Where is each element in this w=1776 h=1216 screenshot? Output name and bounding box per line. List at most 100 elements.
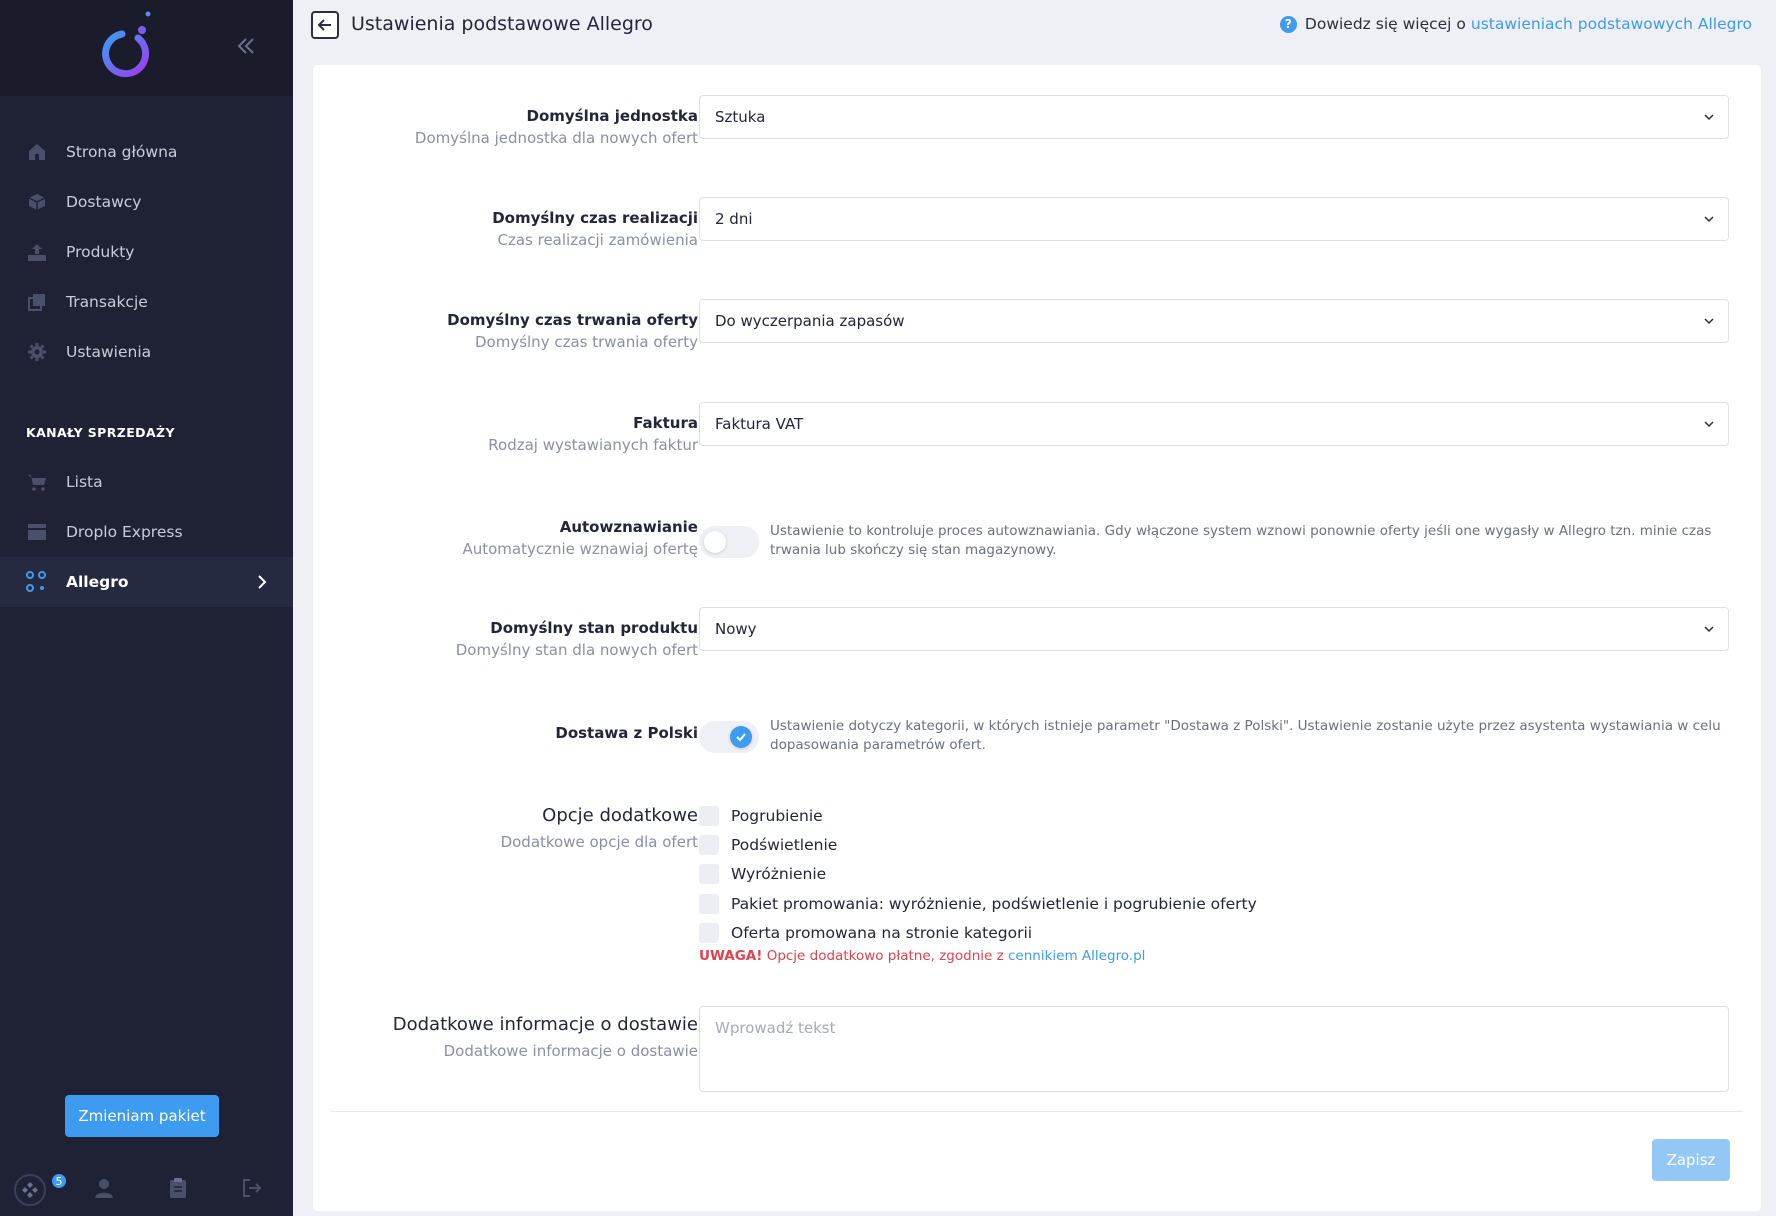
field-label: Autowznawianie — [559, 518, 698, 536]
back-button[interactable] — [311, 11, 339, 39]
help-link[interactable]: ustawieniach podstawowych Allegro — [1471, 15, 1752, 33]
invoice-select[interactable]: Faktura VAT — [699, 402, 1729, 446]
sidebar-item-settings[interactable]: Ustawienia — [0, 327, 293, 377]
warning-label: UWAGA! — [699, 948, 763, 964]
droplo-logo[interactable] — [100, 10, 160, 82]
duration-select[interactable]: Do wyczerpania zapasów — [699, 299, 1729, 343]
field-label: Dodatkowe informacje o dostawie — [392, 1014, 698, 1035]
chevron-down-icon — [1704, 114, 1714, 121]
field-sublabel: Dodatkowe informacje o dostawie — [443, 1042, 698, 1060]
autorenew-description: Ustawienie to kontroluje proces autowzna… — [770, 523, 1712, 558]
field-label: Domyślny czas realizacji — [492, 209, 698, 227]
sidebar-item-label: Lista — [66, 473, 103, 491]
divider — [331, 1111, 1743, 1112]
allegro-icon — [26, 571, 48, 593]
sidebar-item-label: Ustawienia — [66, 343, 152, 361]
unit-label-group: Domyślna jednostka Domyślna jednostka dl… — [415, 105, 698, 149]
sales-channels-heading: KANAŁY SPRZEDAŻY — [26, 424, 175, 440]
field-sublabel: Domyślna jednostka dla nowych ofert — [414, 129, 698, 147]
arrow-left-icon — [317, 19, 331, 31]
option-highlight-checkbox[interactable]: Podświetlenie — [699, 835, 837, 855]
sidebar-item-label: Allegro — [66, 573, 129, 591]
field-label: Domyślna jednostka — [526, 107, 699, 125]
upload-icon — [26, 241, 48, 263]
condition-label-group: Domyślny stan produktu Domyślny stan dla… — [456, 617, 698, 661]
option-bold-checkbox[interactable]: Pogrubienie — [699, 806, 823, 826]
field-sublabel: Domyślny stan dla nowych ofert — [455, 641, 698, 659]
realization-select[interactable]: 2 dni — [699, 197, 1729, 241]
option-distinction-checkbox[interactable]: Wyróżnienie — [699, 864, 826, 884]
option-category-promo-checkbox[interactable]: Oferta promowana na stronie kategorii — [699, 923, 1032, 943]
field-sublabel: Dodatkowe opcje dla ofert — [500, 833, 698, 851]
help-text: Dowiedz się więcej o — [1304, 15, 1466, 33]
checkbox-label: Pakiet promowania: wyróżnienie, podświet… — [731, 895, 1257, 913]
field-label: Faktura — [633, 414, 698, 432]
notification-badge: 5 — [50, 1172, 68, 1190]
toggle-knob — [730, 726, 752, 748]
sidebar-item-transactions[interactable]: Transakcje — [0, 277, 293, 327]
poland-delivery-toggle[interactable] — [699, 721, 759, 753]
gear-icon — [26, 341, 48, 363]
chevron-down-icon — [1704, 318, 1714, 325]
help-link-row: ? Dowiedz się więcej o ustawieniach pods… — [1279, 15, 1752, 33]
page-title: Ustawienia podstawowe Allegro — [351, 13, 653, 35]
sidebar-item-label: Dostawcy — [66, 193, 142, 211]
page-header: Ustawienia podstawowe Allegro ? Dowiedz … — [293, 0, 1776, 50]
sidebar-item-droplo-express[interactable]: Droplo Express — [0, 507, 293, 557]
warning-text: Opcje dodatkowo płatne, zgodnie z — [766, 948, 1004, 964]
checkbox-box[interactable] — [699, 894, 719, 914]
sidebar-item-label: Transakcje — [66, 293, 148, 311]
checkbox-label: Pogrubienie — [731, 807, 823, 825]
checkbox-box[interactable] — [699, 835, 719, 855]
change-package-button[interactable]: Zmieniam pakiet — [65, 1095, 219, 1137]
copy-icon — [26, 291, 48, 313]
realization-label-group: Domyślny czas realizacji Czas realizacji… — [492, 207, 698, 251]
checkbox-box[interactable] — [699, 923, 719, 943]
clipboard-icon[interactable] — [164, 1174, 192, 1202]
sidebar-item-products[interactable]: Produkty — [0, 227, 293, 277]
autorenew-toggle[interactable] — [699, 526, 759, 558]
sidebar-item-list[interactable]: Lista — [0, 457, 293, 507]
field-label: Dostawa z Polski — [555, 724, 698, 742]
question-icon: ? — [1279, 15, 1297, 33]
double-chevron-left-icon[interactable] — [234, 34, 258, 58]
invoice-label-group: Faktura Rodzaj wystawianych faktur — [488, 412, 698, 456]
price-list-link[interactable]: cennikiem Allegro.pl — [1008, 948, 1145, 964]
toggle-knob — [704, 531, 726, 553]
select-value: Do wyczerpania zapasów — [715, 312, 905, 330]
checkbox-box[interactable] — [699, 864, 719, 884]
sidebar-item-suppliers[interactable]: Dostawcy — [0, 177, 293, 227]
check-icon — [736, 733, 746, 742]
sidebar-item-label: Droplo Express — [66, 523, 183, 541]
autorenew-label-group: Autowznawianie Automatycznie wznawiaj of… — [462, 516, 698, 560]
logout-icon[interactable] — [238, 1174, 266, 1202]
apps-icon[interactable] — [14, 1174, 46, 1206]
unit-select[interactable]: Sztuka — [699, 95, 1729, 139]
field-sublabel: Automatycznie wznawiaj ofertę — [462, 540, 698, 558]
delivery-info-textarea[interactable] — [699, 1006, 1729, 1092]
field-sublabel: Czas realizacji zamówienia — [497, 231, 698, 249]
user-icon[interactable] — [90, 1174, 118, 1202]
option-package-checkbox[interactable]: Pakiet promowania: wyróżnienie, podświet… — [699, 894, 1257, 914]
condition-select[interactable]: Nowy — [699, 607, 1729, 651]
checkbox-label: Wyróżnienie — [731, 865, 827, 883]
field-sublabel: Rodzaj wystawianych faktur — [488, 436, 698, 454]
select-value: Faktura VAT — [715, 415, 804, 433]
paid-options-warning: UWAGA! Opcje dodatkowo płatne, zgodnie z… — [699, 948, 1145, 964]
sidebar-footer: 5 — [0, 1160, 293, 1216]
sidebar-item-allegro[interactable]: Allegro — [0, 557, 293, 607]
sidebar-header — [0, 0, 293, 96]
checkbox-box[interactable] — [699, 806, 719, 826]
poland-delivery-description: Ustawienie dotyczy kategorii, w których … — [770, 718, 1721, 753]
field-label: Domyślny czas trwania oferty — [447, 311, 698, 329]
save-button[interactable]: Zapisz — [1652, 1139, 1730, 1181]
checkbox-label: Podświetlenie — [731, 836, 838, 854]
cart-icon — [26, 471, 48, 493]
chevron-down-icon — [1704, 421, 1714, 428]
select-value: 2 dni — [715, 210, 753, 228]
sidebar-item-home[interactable]: Strona główna — [0, 127, 293, 177]
field-sublabel: Domyślny czas trwania oferty — [474, 333, 698, 351]
field-label: Opcje dodatkowe — [542, 805, 698, 826]
chevron-down-icon — [1704, 626, 1714, 633]
home-icon — [26, 141, 48, 163]
